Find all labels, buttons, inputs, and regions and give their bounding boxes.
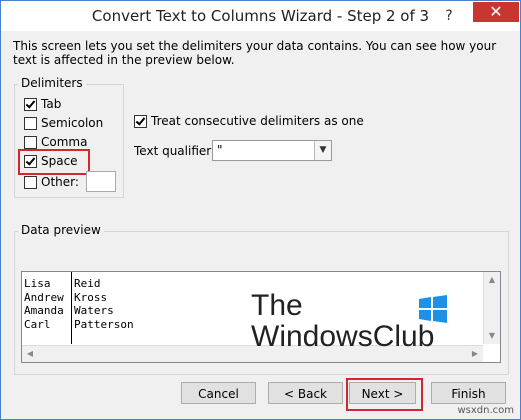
space-checkbox[interactable] — [24, 154, 37, 168]
semicolon-option[interactable]: Semicolon — [24, 115, 103, 131]
space-option[interactable]: Space — [24, 153, 78, 169]
comma-checkbox[interactable] — [24, 135, 37, 149]
semicolon-label: Semicolon — [41, 116, 104, 130]
wizard-window: Convert Text to Columns Wizard - Step 2 … — [0, 0, 521, 420]
cancel-button[interactable]: Cancel — [181, 382, 256, 404]
preview-cell: Amanda — [24, 304, 64, 317]
scroll-right-icon[interactable]: ▶ — [467, 346, 483, 362]
back-button[interactable]: < Back — [268, 382, 343, 404]
other-label: Other: — [41, 175, 79, 189]
intro-text: This screen lets you set the delimiters … — [13, 39, 497, 67]
title-bar: Convert Text to Columns Wizard - Step 2 … — [1, 1, 520, 31]
preview-cell: Andrew — [24, 290, 64, 304]
scroll-left-icon[interactable]: ◀ — [22, 346, 38, 362]
consecutive-label: Treat consecutive delimiters as one — [151, 114, 364, 128]
watermark-line2: WindowsClub — [251, 320, 435, 353]
watermark-logo: The WindowsClub — [251, 289, 447, 353]
column-break-line[interactable] — [71, 272, 72, 344]
preview-cell: Lisa — [24, 277, 51, 290]
scroll-down-icon[interactable]: ▼ — [484, 328, 500, 344]
tab-option[interactable]: Tab — [24, 96, 61, 112]
semicolon-checkbox[interactable] — [24, 116, 37, 130]
windows-logo-icon — [419, 295, 447, 323]
preview-cell: Reid — [74, 277, 101, 290]
consecutive-option[interactable]: Treat consecutive delimiters as one — [134, 113, 364, 129]
preview-cell: Waters — [74, 304, 114, 317]
vertical-scrollbar[interactable]: ▲ ▼ — [483, 272, 500, 344]
chevron-down-icon[interactable]: ▼ — [314, 141, 331, 160]
tab-checkbox[interactable] — [24, 97, 37, 111]
close-button[interactable]: ✕ — [473, 2, 519, 22]
qualifier-select[interactable]: " ▼ — [212, 140, 332, 161]
delimiters-legend: Delimiters — [18, 76, 86, 90]
other-input[interactable] — [86, 171, 116, 192]
next-button[interactable]: Next > — [349, 382, 416, 404]
preview-column-1: Lisa Andrew Amanda Carl — [24, 277, 64, 331]
preview-cell: Carl — [24, 317, 51, 331]
site-watermark: wsxdn.com — [457, 405, 514, 416]
help-button[interactable]: ? — [438, 5, 460, 27]
qualifier-value: " — [217, 143, 223, 157]
preview-column-2: Reid Kross Waters Patterson — [74, 277, 134, 331]
consecutive-checkbox[interactable] — [134, 114, 147, 128]
tab-label: Tab — [41, 97, 62, 111]
preview-cell: Kross — [74, 290, 108, 304]
watermark-line1: The — [251, 289, 303, 322]
comma-option[interactable]: Comma — [24, 134, 87, 150]
other-option[interactable]: Other: — [24, 174, 79, 190]
comma-label: Comma — [41, 135, 88, 149]
qualifier-label: Text qualifier: — [134, 144, 216, 158]
scroll-up-icon[interactable]: ▲ — [484, 272, 500, 288]
other-checkbox[interactable] — [24, 175, 37, 189]
preview-legend: Data preview — [18, 223, 104, 237]
finish-button[interactable]: Finish — [431, 382, 506, 404]
preview-cell: Patterson — [74, 317, 134, 331]
space-label: Space — [41, 154, 78, 168]
